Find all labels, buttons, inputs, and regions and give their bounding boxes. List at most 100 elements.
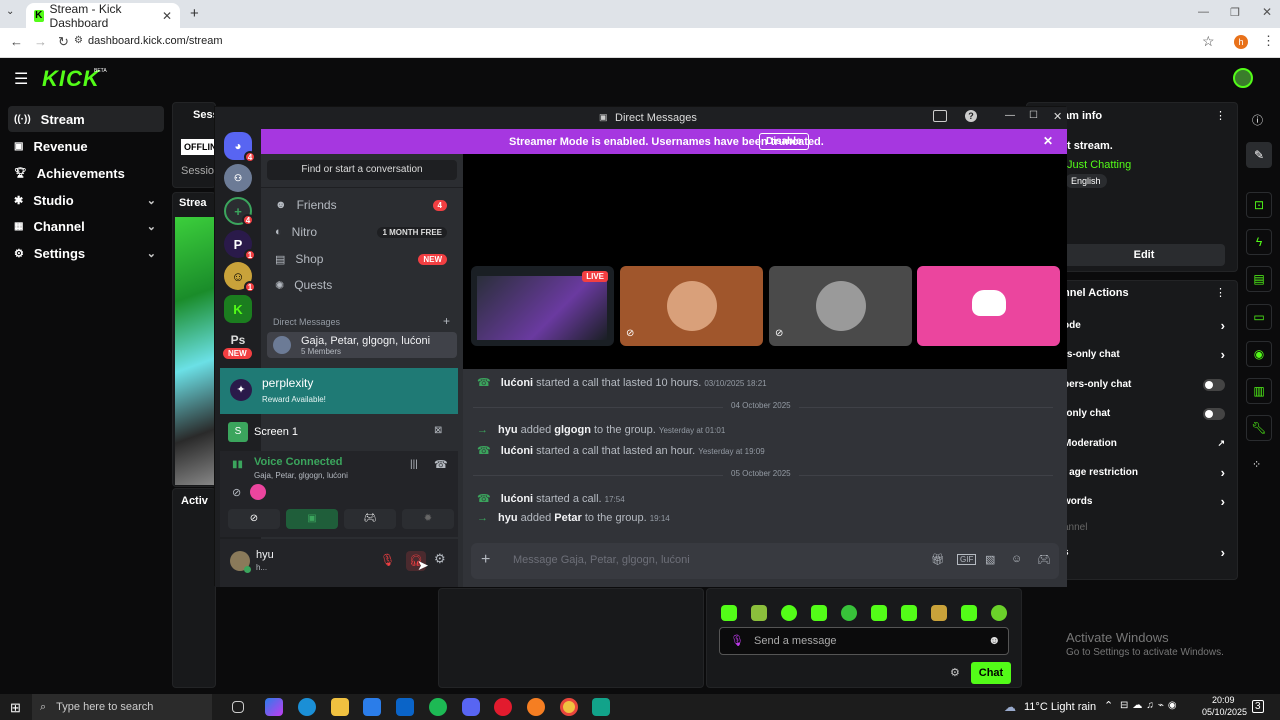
spotify-icon[interactable]	[429, 698, 447, 716]
add-server-icon[interactable]: +4	[224, 197, 254, 226]
taskbar-search[interactable]: ⌕ Type here to search	[32, 694, 212, 720]
app-teal-icon[interactable]	[592, 698, 610, 716]
focus-icon[interactable]: ⊡	[1246, 192, 1272, 218]
chat-input-box[interactable]: 🎙︎ Send a message ☻	[719, 627, 1009, 655]
clock-date[interactable]: 05/10/2025	[1202, 707, 1247, 717]
message-composer[interactable]: + Message Gaja, Petar, glgogn, lućoni 🎁︎…	[471, 543, 1059, 579]
message-user[interactable]: lućoni	[501, 493, 533, 505]
browser-tab[interactable]: K Stream - Kick Dashboard ✕	[26, 2, 180, 30]
bookmark-star-icon[interactable]: ☆	[1202, 33, 1215, 50]
message-user[interactable]: hyu	[498, 424, 518, 436]
nav-studio[interactable]: ✱ Studio ⌄	[8, 187, 164, 213]
emote-icon[interactable]	[871, 605, 887, 621]
dm-menu-friends[interactable]: ☻ Friends 4	[269, 192, 455, 218]
restore-window-icon[interactable]: ❐	[1230, 6, 1240, 19]
dm-menu-nitro[interactable]: ◐ Nitro 1 MONTH FREE	[269, 219, 455, 245]
opera-icon[interactable]	[494, 698, 512, 716]
hamburger-menu-icon[interactable]: ☰	[14, 69, 28, 89]
nav-settings[interactable]: ⚙ Settings ⌄	[8, 240, 164, 266]
wrench-icon[interactable]: 🔧︎	[1246, 415, 1272, 441]
screen-share-row[interactable]: S Screen 1 ⊠	[220, 418, 458, 446]
emoji-icon[interactable]: ☺	[1011, 553, 1022, 565]
action-slow-mode[interactable]: ode ›	[1063, 318, 1233, 334]
edge-icon[interactable]	[298, 698, 316, 716]
edit-button[interactable]: Edit	[1063, 244, 1225, 266]
back-icon[interactable]: ←	[10, 34, 23, 49]
microphone-icon[interactable]: 🎙︎	[730, 634, 744, 647]
kick-logo[interactable]: KICK	[42, 66, 100, 92]
call-tile-participant-3[interactable]	[917, 266, 1060, 346]
tray-chevron-icon[interactable]: ⌃	[1104, 699, 1113, 712]
layout-icon[interactable]: ▥	[1246, 378, 1272, 404]
nav-channel[interactable]: ▦ Channel ⌄	[8, 213, 164, 239]
close-window-icon[interactable]: ✕	[1262, 5, 1272, 19]
document-icon[interactable]: ▤	[1246, 266, 1272, 292]
emote-icon[interactable]	[901, 605, 917, 621]
forward-icon[interactable]: →	[34, 34, 47, 49]
discord-close-icon[interactable]: ✕	[1053, 110, 1062, 123]
gift-icon[interactable]: 🎁︎	[931, 553, 945, 566]
tray-icons[interactable]: ⊟☁♫⌁◉	[1120, 700, 1181, 711]
call-tile-participant-1[interactable]: ⊘	[620, 266, 763, 346]
find-conversation-button[interactable]: Find or start a conversation	[267, 160, 457, 180]
sticker-icon[interactable]: ▧	[985, 553, 995, 566]
disable-streamer-mode-button[interactable]: Disable	[759, 133, 809, 150]
windows-start-icon[interactable]: ⊞	[10, 700, 21, 716]
nav-revenue[interactable]: ▣ Revenue	[8, 133, 164, 159]
message-user[interactable]: lućoni	[501, 445, 533, 457]
file-explorer-icon[interactable]	[331, 698, 349, 716]
user-avatar[interactable]	[1233, 68, 1253, 88]
soundboard-button[interactable]: ✹	[402, 509, 454, 529]
activities-button[interactable]: 🎮︎	[344, 509, 396, 529]
perplexity-reward-card[interactable]: ✦ perplexity Reward Available!	[220, 368, 458, 414]
chrome-icon[interactable]	[560, 698, 578, 716]
disconnect-icon[interactable]: ☎	[434, 458, 448, 471]
discord-maximize-icon[interactable]: ☐	[1029, 110, 1038, 121]
call-tile-participant-2[interactable]: ⊘	[769, 266, 912, 346]
inbox-icon[interactable]	[933, 110, 947, 122]
subscribers-only-toggle[interactable]	[1203, 379, 1225, 391]
action-moderation[interactable]: Moderation ↗	[1063, 438, 1233, 452]
chat-settings-icon[interactable]: ⚙	[950, 666, 960, 679]
weather-icon[interactable]: ☁	[1004, 700, 1016, 714]
info-icon[interactable]: ⓘ	[1252, 112, 1263, 128]
firefox-icon[interactable]	[527, 698, 545, 716]
weather-text[interactable]: 11°C Light rain	[1024, 701, 1096, 713]
call-tile-screenshare[interactable]: LIVE	[471, 266, 614, 346]
emote-icon[interactable]	[811, 605, 827, 621]
emoji-icon[interactable]: ☻	[988, 633, 1001, 647]
create-dm-icon[interactable]: +	[443, 314, 450, 328]
stop-share-icon[interactable]: ⊠	[434, 425, 442, 436]
server-avatar-group[interactable]: ⚇	[224, 164, 252, 192]
emote-icon[interactable]	[841, 605, 857, 621]
clock-time[interactable]: 20:09	[1212, 695, 1235, 705]
emote-icon[interactable]	[931, 605, 947, 621]
emote-icon[interactable]	[721, 605, 737, 621]
emote-icon[interactable]	[961, 605, 977, 621]
apps-icon[interactable]: ⁘	[1252, 458, 1261, 471]
action-followers-only-chat[interactable]: rs-only chat ›	[1063, 347, 1233, 363]
dm-menu-quests[interactable]: ✺ Quests	[269, 272, 455, 298]
mute-microphone-icon[interactable]: 🎙︎	[380, 553, 395, 567]
outlook-icon[interactable]	[396, 698, 414, 716]
broadcast-rail-icon[interactable]: ◉	[1246, 341, 1272, 367]
tab-search-icon[interactable]: ⌄	[6, 6, 14, 17]
close-banner-icon[interactable]: ✕	[1043, 134, 1053, 148]
emote-icon[interactable]	[781, 605, 797, 621]
user-settings-icon[interactable]: ⚙	[434, 551, 446, 567]
message-target[interactable]: glgogn	[554, 424, 591, 436]
edit-pencil-icon[interactable]: ✎	[1246, 142, 1272, 168]
discord-taskbar-icon[interactable]	[462, 698, 480, 716]
server-kick-icon[interactable]: K	[224, 295, 252, 323]
message-target[interactable]: Petar	[554, 512, 582, 524]
profile-avatar[interactable]: h	[1234, 35, 1248, 49]
store-icon[interactable]	[363, 698, 381, 716]
emote-icon[interactable]	[991, 605, 1007, 621]
url-field[interactable]: dashboard.kick.com/stream	[88, 35, 223, 47]
nav-achievements[interactable]: 🏆︎ Achievements	[8, 160, 164, 186]
user-name[interactable]: hyu	[256, 549, 274, 561]
discord-activity-icon[interactable]	[250, 484, 266, 500]
close-tab-icon[interactable]: ✕	[162, 9, 172, 23]
attach-plus-icon[interactable]: +	[481, 551, 490, 569]
chat-send-button[interactable]: Chat	[971, 662, 1011, 684]
